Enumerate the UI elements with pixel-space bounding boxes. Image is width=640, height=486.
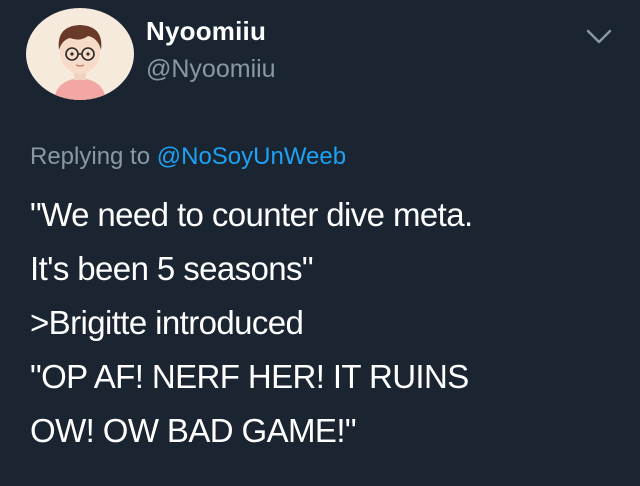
- user-avatar-icon: [26, 8, 134, 100]
- replying-to-label: Replying to: [30, 143, 151, 170]
- avatar[interactable]: [26, 8, 134, 100]
- tweet-text-line: "We need to counter dive meta.: [30, 196, 473, 233]
- tweet-card: Nyoomiiu @Nyoomiiu Replying to @NoSoyUnW…: [0, 0, 640, 486]
- tweet-text-line: "OP AF! NERF HER! IT RUINS: [30, 358, 469, 395]
- replying-to: Replying to @NoSoyUnWeeb: [30, 142, 346, 172]
- user-handle[interactable]: @Nyoomiiu: [146, 54, 276, 84]
- tweet-text-line: OW! OW BAD GAME!": [30, 412, 357, 449]
- tweet-text-line: It's been 5 seasons": [30, 250, 314, 287]
- chevron-down-icon[interactable]: [584, 24, 614, 48]
- display-name[interactable]: Nyoomiiu: [146, 16, 266, 46]
- reply-target-link[interactable]: @NoSoyUnWeeb: [157, 143, 346, 170]
- tweet-text: "We need to counter dive meta. It's been…: [30, 188, 630, 458]
- tweet-text-line: >Brigitte introduced: [30, 304, 304, 341]
